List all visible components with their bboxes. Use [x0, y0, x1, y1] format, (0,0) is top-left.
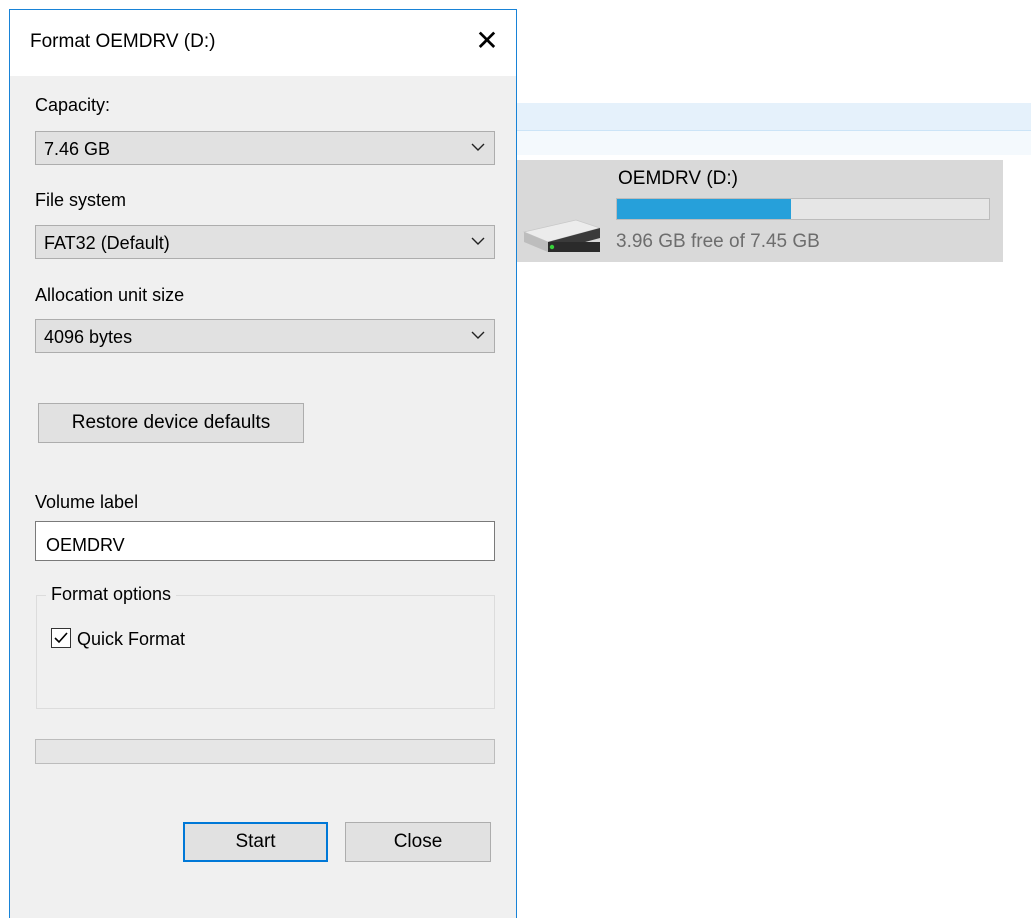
drive-free-space: 3.96 GB free of 7.45 GB	[616, 231, 820, 252]
format-progress-bar	[35, 739, 495, 764]
checkmark-icon	[54, 632, 68, 644]
quick-format-label[interactable]: Quick Format	[77, 629, 185, 650]
drive-usage-bar	[616, 198, 990, 220]
start-button[interactable]: Start	[183, 822, 328, 862]
capacity-value: 7.46 GB	[44, 139, 111, 159]
quick-format-checkbox[interactable]	[51, 628, 71, 648]
explorer-subheader-bar	[515, 131, 1031, 155]
capacity-select[interactable]: 7.46 GB	[35, 131, 495, 165]
allocation-label: Allocation unit size	[35, 285, 185, 305]
chevron-down-icon	[471, 237, 485, 245]
close-button[interactable]: Close	[345, 822, 491, 862]
format-options-group	[36, 595, 495, 709]
allocation-select[interactable]: 4096 bytes	[35, 319, 495, 353]
volume-label-label: Volume label	[35, 492, 139, 512]
drive-tile[interactable]: OEMDRV (D:) 3.96 GB free of 7.45 GB	[515, 160, 1003, 262]
volume-label-input[interactable]	[35, 521, 495, 561]
explorer-header-bar	[515, 103, 1031, 130]
file-system-label: File system	[35, 190, 127, 210]
drive-usage-fill	[617, 199, 792, 219]
file-system-select[interactable]: FAT32 (Default)	[35, 225, 495, 259]
format-dialog: Format OEMDRV (D:) ✕ Capacity: 7.46 GB F…	[9, 9, 517, 918]
restore-defaults-button[interactable]: Restore device defaults	[38, 403, 304, 443]
format-options-legend: Format options	[46, 584, 177, 605]
capacity-label: Capacity:	[35, 95, 111, 115]
chevron-down-icon	[471, 331, 485, 339]
title-bar[interactable]: Format OEMDRV (D:) ✕	[10, 10, 516, 76]
chevron-down-icon	[471, 143, 485, 151]
allocation-value: 4096 bytes	[44, 327, 133, 347]
file-system-value: FAT32 (Default)	[44, 233, 170, 253]
close-icon[interactable]: ✕	[474, 27, 500, 55]
drive-name: OEMDRV (D:)	[618, 168, 738, 189]
dialog-title: Format OEMDRV (D:)	[30, 31, 216, 52]
usb-drive-icon	[522, 219, 600, 252]
